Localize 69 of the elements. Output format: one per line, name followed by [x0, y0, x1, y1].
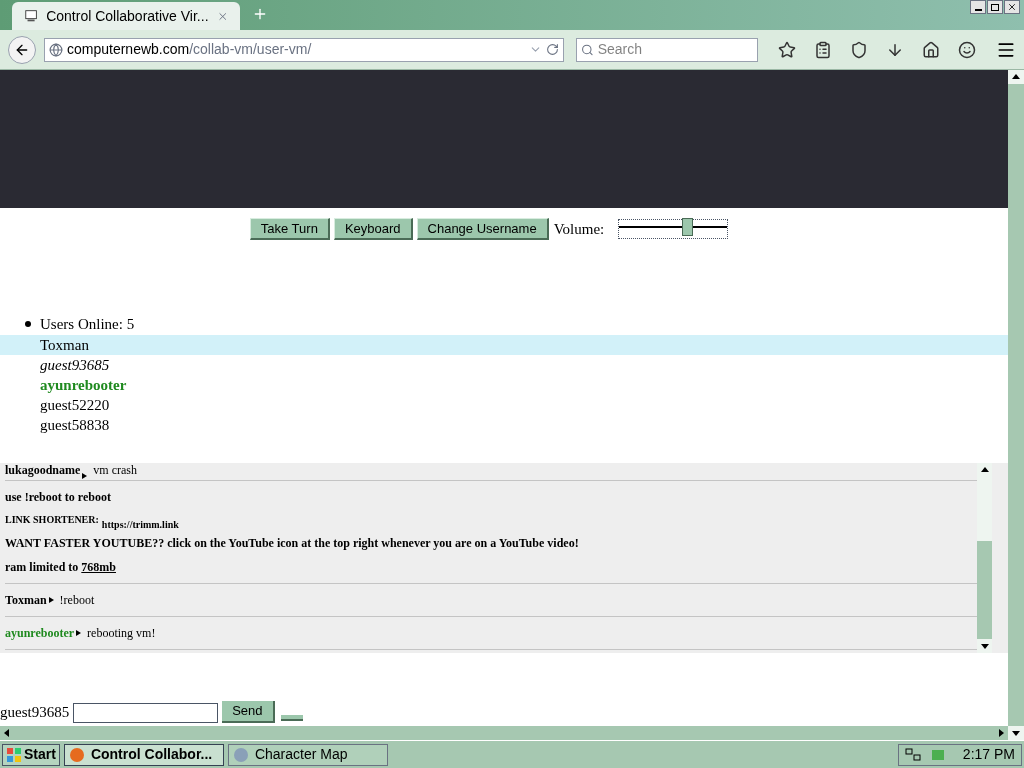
scroll-down-icon[interactable] — [1011, 728, 1021, 738]
vm-button[interactable]: Take Turn — [249, 218, 330, 241]
reload-icon[interactable] — [546, 43, 559, 56]
page-scrollbar[interactable] — [1008, 70, 1024, 740]
tab-title: Control Collaborative Vir... — [46, 6, 209, 26]
monitor-icon — [24, 8, 39, 24]
bullet-icon — [25, 320, 31, 327]
taskbar-item[interactable]: Character Map — [227, 743, 388, 766]
url-host: computernewb.com — [67, 40, 190, 59]
network-icon[interactable] — [904, 747, 921, 762]
home-icon[interactable] — [922, 40, 940, 59]
app-icon — [68, 746, 85, 763]
slider-thumb[interactable] — [681, 218, 693, 237]
shield-icon[interactable] — [850, 40, 868, 59]
search-input[interactable]: Search — [597, 39, 753, 60]
blank-button[interactable] — [280, 715, 303, 721]
notice-label: LINK SHORTENER: — [5, 513, 99, 527]
horizontal-scrollbar[interactable] — [0, 726, 1008, 740]
triangle-icon — [82, 473, 88, 479]
notice-text: ram limited to — [5, 559, 80, 576]
chat-username: ayunrebooter — [5, 625, 75, 642]
user-list-item[interactable]: ayunrebooter — [0, 375, 1008, 395]
star-icon[interactable] — [778, 40, 796, 59]
volume-slider[interactable] — [618, 219, 729, 240]
username-label: guest93685 — [0, 702, 70, 722]
users-online-header: Users Online: 5 — [40, 314, 135, 334]
send-button[interactable]: Send — [222, 701, 275, 723]
start-button[interactable]: Start — [2, 743, 60, 766]
vm-button[interactable]: Keyboard — [333, 218, 413, 241]
windows-logo-icon — [6, 746, 22, 763]
maximize-icon[interactable] — [987, 0, 1003, 14]
chat-username: Toxman — [5, 592, 47, 609]
clipboard-icon[interactable] — [814, 40, 832, 59]
close-icon[interactable] — [1004, 0, 1020, 14]
search-bar[interactable]: Search — [576, 37, 758, 62]
chat-scrollbar[interactable] — [977, 463, 992, 653]
chat-username: lukagoodname — [5, 463, 81, 479]
chat-message: rebooting vm! — [87, 625, 156, 642]
chat-input-field[interactable] — [73, 703, 219, 723]
volume-label: Volume: — [553, 220, 605, 239]
clock: 2:17 PM — [962, 745, 1015, 764]
triangle-icon — [48, 597, 54, 603]
address-bar[interactable]: computernewb.com/collab-vm/user-vm/ — [44, 37, 564, 62]
scroll-left-icon[interactable] — [2, 728, 12, 738]
user-list-item[interactable]: Toxman — [0, 335, 1008, 355]
minimize-icon[interactable] — [970, 0, 986, 14]
back-button[interactable] — [8, 35, 36, 64]
scroll-up-icon[interactable] — [979, 465, 990, 475]
user-list-item[interactable]: guest52220 — [0, 395, 1008, 415]
notice-link-text: https://trimm.link — [101, 518, 179, 532]
scroll-right-icon[interactable] — [996, 728, 1006, 738]
smiley-icon[interactable] — [958, 40, 976, 59]
app-icon — [232, 746, 249, 763]
search-icon — [581, 42, 594, 57]
url-path: /collab-vm/user-vm/ — [189, 40, 313, 59]
notice-text: use !reboot to reboot — [5, 489, 112, 506]
browser-tab[interactable]: Control Collaborative Vir... — [12, 2, 240, 30]
chat-message: vm crash — [93, 463, 137, 479]
triangle-icon — [76, 630, 82, 636]
globe-icon — [49, 42, 63, 57]
scroll-down-icon[interactable] — [979, 641, 990, 651]
chat-message: !reboot — [59, 592, 95, 609]
scroll-up-icon[interactable] — [1011, 72, 1021, 82]
notice-text: WANT FASTER YOUTUBE?? click on the YouTube icon at the top right whenever you are on a YouTube video! — [5, 535, 580, 552]
taskbar-item[interactable]: Control Collabor... — [63, 743, 224, 766]
user-list-item[interactable]: guest58838 — [0, 415, 1008, 435]
notice-link[interactable]: 768mb — [81, 558, 116, 576]
user-list-item[interactable]: guest93685 — [0, 355, 1008, 375]
vm-button[interactable]: Change Username — [416, 218, 549, 241]
